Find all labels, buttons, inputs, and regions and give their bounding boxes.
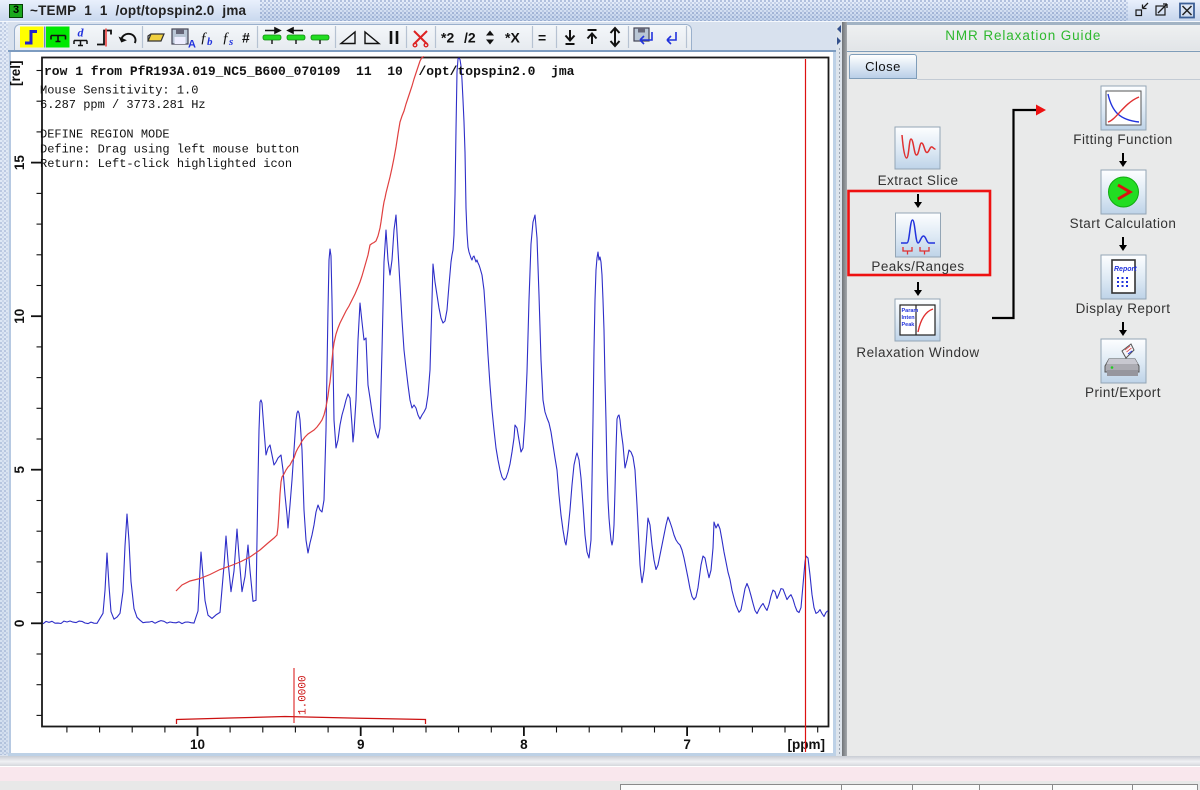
svg-text:[ppm]: [ppm]	[788, 737, 826, 752]
svg-text:10: 10	[12, 309, 27, 324]
svg-text:1.0000: 1.0000	[298, 675, 310, 715]
svg-text:d: d	[78, 26, 85, 40]
svg-text:5: 5	[12, 465, 27, 473]
svg-text:Inten: Inten	[902, 315, 916, 321]
svg-text:Report: Report	[1114, 266, 1137, 273]
svg-text:row 1 from PfR193A.019_NC5_B60: row 1 from PfR193A.019_NC5_B600_070109 1…	[44, 64, 575, 79]
svg-text:Return: Left-click highlighted: Return: Left-click highlighted icon	[40, 157, 292, 171]
svg-text:b: b	[207, 36, 213, 48]
svg-text:Display Report: Display Report	[1076, 301, 1171, 316]
svg-text:DEFINE REGION MODE: DEFINE REGION MODE	[40, 128, 170, 142]
svg-text:*2: *2	[441, 30, 454, 46]
svg-text:15: 15	[12, 155, 27, 171]
svg-text:7: 7	[683, 737, 691, 752]
svg-text:*X: *X	[505, 30, 520, 46]
svg-text:/2: /2	[464, 30, 476, 46]
svg-text:Mouse Sensitivity: 1.0: Mouse Sensitivity: 1.0	[40, 84, 198, 98]
svg-text:Peak: Peak	[902, 322, 916, 328]
svg-text:Start Calculation: Start Calculation	[1070, 216, 1177, 231]
svg-text:s: s	[228, 36, 233, 48]
svg-text:9: 9	[357, 737, 365, 752]
svg-text:Print/Export: Print/Export	[1085, 385, 1161, 400]
svg-text:Peaks/Ranges: Peaks/Ranges	[871, 259, 964, 274]
svg-text:10: 10	[190, 737, 205, 752]
svg-text:Extract Slice: Extract Slice	[878, 173, 959, 188]
svg-text:6.287 ppm / 3773.281 Hz: 6.287 ppm / 3773.281 Hz	[40, 98, 206, 112]
svg-text:=: =	[538, 30, 546, 46]
svg-text:A: A	[188, 39, 196, 51]
svg-text:[rel]: [rel]	[10, 60, 23, 86]
svg-text:Param: Param	[902, 308, 919, 314]
svg-text:8: 8	[520, 737, 528, 752]
svg-text:0: 0	[12, 620, 27, 628]
svg-text:#: #	[242, 30, 250, 46]
svg-text:Define: Drag using left mouse: Define: Drag using left mouse button	[40, 142, 299, 156]
svg-text:Fitting Function: Fitting Function	[1073, 132, 1173, 147]
svg-text:Relaxation Window: Relaxation Window	[856, 345, 979, 360]
